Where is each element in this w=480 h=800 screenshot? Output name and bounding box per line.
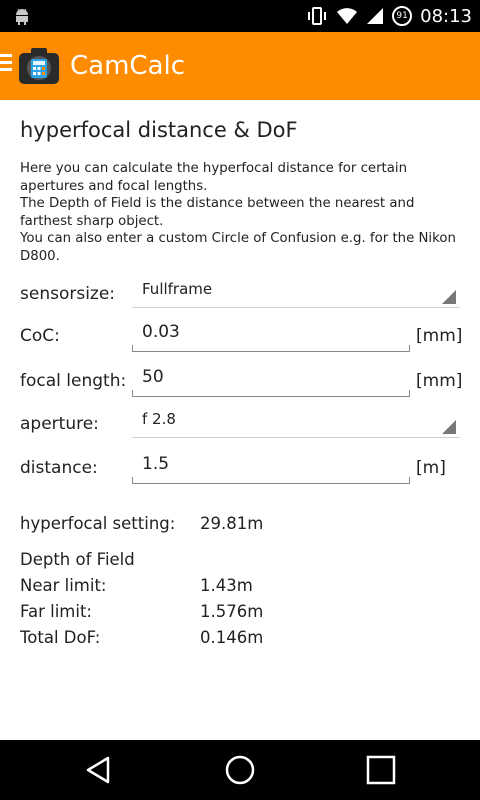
focal-length-input[interactable] — [142, 367, 402, 387]
status-bar: 91 08:13 — [0, 0, 480, 32]
hyperfocal-value: 29.81m — [200, 514, 264, 533]
aperture-spinner[interactable]: f 2.8 — [132, 408, 460, 438]
coc-label: CoC: — [20, 326, 60, 346]
dropdown-arrow-icon — [442, 420, 456, 434]
dof-title: Depth of Field — [20, 550, 135, 569]
description-line: farthest sharp object. — [20, 213, 164, 229]
far-limit-value: 1.576m — [200, 602, 264, 621]
description-line: D800. — [20, 248, 60, 264]
vibrate-icon — [308, 7, 327, 25]
description-line: The Depth of Field is the distance betwe… — [20, 196, 415, 212]
description: Here you can calculate the hyperfocal di… — [20, 160, 460, 266]
status-time: 08:13 — [420, 5, 472, 27]
hyperfocal-label: hyperfocal setting: — [20, 514, 176, 533]
home-icon[interactable] — [222, 754, 258, 786]
distance-field[interactable] — [132, 452, 410, 484]
distance-label: distance: — [20, 458, 98, 478]
app-title: CamCalc — [70, 51, 186, 81]
coc-input[interactable] — [142, 322, 402, 342]
android-icon — [16, 8, 28, 25]
wifi-icon — [337, 8, 358, 24]
coc-field[interactable] — [132, 320, 410, 352]
total-dof-value: 0.146m — [200, 628, 264, 647]
menu-icon[interactable] — [0, 54, 14, 78]
camcalc-logo-icon[interactable] — [18, 46, 60, 86]
sensorsize-value: Fullframe — [142, 280, 213, 298]
distance-input[interactable] — [142, 454, 402, 474]
navigation-bar — [0, 740, 480, 800]
sensorsize-spinner[interactable]: Fullframe — [132, 278, 460, 308]
app-bar: CamCalc — [0, 32, 480, 100]
page-title: hyperfocal distance & DoF — [20, 118, 298, 142]
near-limit-label: Near limit: — [20, 576, 107, 595]
description-line: You can also enter a custom Circle of Co… — [20, 231, 456, 247]
back-icon[interactable] — [80, 754, 116, 786]
aperture-value: f 2.8 — [142, 410, 176, 428]
far-limit-label: Far limit: — [20, 602, 92, 621]
focal-length-field[interactable] — [132, 365, 410, 397]
total-dof-label: Total DoF: — [20, 628, 101, 647]
focal-length-unit: [mm] — [416, 371, 463, 391]
distance-unit: [m] — [416, 458, 446, 478]
recents-icon[interactable] — [362, 754, 398, 786]
section-header: hyperfocal distance & DoF — [20, 118, 460, 142]
battery-level: 91 — [396, 11, 408, 21]
sensorsize-label: sensorsize: — [20, 284, 116, 304]
focal-length-label: focal length: — [20, 371, 127, 391]
description-line: apertures and focal lengths. — [20, 178, 208, 194]
dropdown-arrow-icon — [442, 290, 456, 304]
near-limit-value: 1.43m — [200, 576, 253, 595]
description-line: Here you can calculate the hyperfocal di… — [20, 161, 408, 176]
signal-icon — [367, 8, 384, 24]
aperture-label: aperture: — [20, 414, 99, 434]
coc-unit: [mm] — [416, 326, 463, 346]
battery-icon: 91 — [392, 6, 413, 26]
